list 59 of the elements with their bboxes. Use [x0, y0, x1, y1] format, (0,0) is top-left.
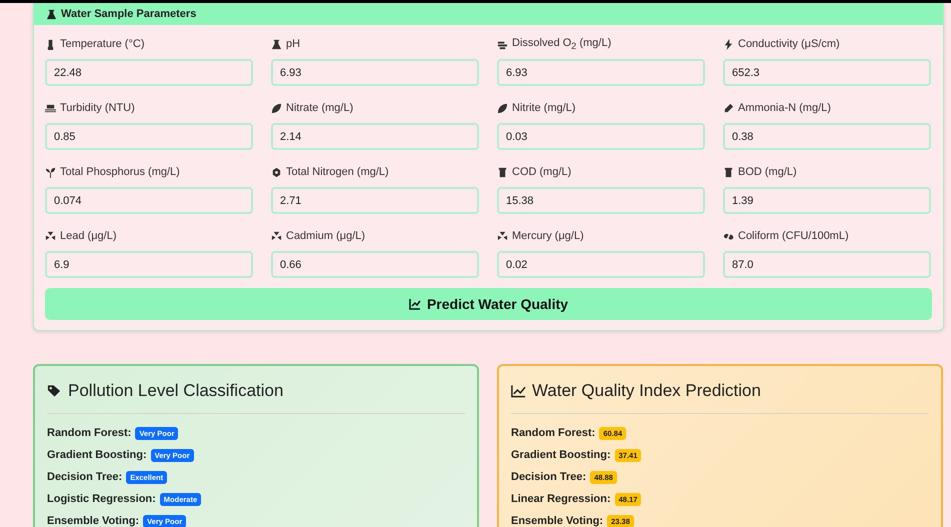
- model-name: Linear Regression:: [511, 493, 611, 505]
- input-field[interactable]: 652.3: [723, 59, 931, 86]
- field-label: Nitrate (mg/L): [286, 102, 354, 114]
- model-name: Ensemble Voting:: [511, 515, 604, 527]
- predict-button[interactable]: Predict Water Quality: [45, 288, 932, 320]
- model-name: Random Forest:: [47, 427, 132, 439]
- field-label: Conductivity (μS/cm): [738, 38, 840, 50]
- field-label: COD (mg/L): [512, 166, 572, 178]
- field-label: Turbidity (NTU): [60, 102, 135, 114]
- input-field[interactable]: 0.38: [723, 123, 931, 150]
- bin-icon: [497, 166, 508, 178]
- line-chart-icon: [408, 298, 421, 310]
- input-field[interactable]: 2.14: [271, 123, 479, 150]
- leaf-icon: [497, 102, 508, 114]
- field-label: Cadmium (μg/L): [286, 230, 366, 242]
- input-field[interactable]: 0.66: [271, 251, 479, 278]
- input-field[interactable]: 0.85: [45, 123, 253, 150]
- seedling-icon: [45, 166, 56, 178]
- eyedropper-icon: [723, 102, 734, 114]
- model-name: Random Forest:: [511, 427, 596, 439]
- input-field[interactable]: 6.93: [497, 59, 705, 86]
- input-field[interactable]: 0.03: [497, 123, 705, 150]
- input-field[interactable]: 6.93: [271, 59, 479, 86]
- flask-icon: [46, 8, 57, 20]
- model-name: Gradient Boosting:: [47, 449, 147, 461]
- bin-icon: [723, 166, 734, 178]
- field-label: Dissolved O$_{2}$ (mg/L): [512, 36, 612, 52]
- model-name: Decision Tree:: [47, 471, 122, 483]
- model-name: Logistic Regression:: [47, 493, 156, 505]
- field-label: Total Nitrogen (mg/L): [286, 166, 389, 178]
- input-field[interactable]: 2.71: [271, 187, 479, 214]
- field-label: Coliform (CFU/100mL): [738, 230, 849, 242]
- input-field[interactable]: 0.02: [497, 251, 705, 278]
- card-title: Pollution Level Classification: [68, 381, 284, 401]
- model-name: Decision Tree:: [511, 471, 586, 483]
- field-label: Total Phosphorus (mg/L): [60, 166, 180, 178]
- leaf-icon: [271, 102, 282, 114]
- field-label: Nitrite (mg/L): [512, 102, 576, 114]
- input-field[interactable]: 15.38: [497, 187, 705, 214]
- input-field[interactable]: 1.39: [723, 187, 931, 214]
- model-name: Ensemble Voting:: [47, 515, 140, 527]
- bolt-icon: [723, 38, 734, 50]
- field-label: BOD (mg/L): [738, 166, 797, 178]
- card-title: Water Sample Parameters: [61, 8, 196, 20]
- input-field[interactable]: 0.074: [45, 187, 253, 214]
- input-field[interactable]: 22.48: [45, 59, 253, 86]
- field-label: pH: [286, 38, 300, 50]
- flask-icon: [271, 38, 282, 50]
- input-field[interactable]: 87.0: [723, 251, 931, 278]
- field-label: Temperature (°C): [60, 38, 144, 50]
- thermometer-icon: [45, 38, 56, 50]
- model-name: Gradient Boosting:: [511, 449, 611, 461]
- field-label: Mercury (μg/L): [512, 230, 584, 242]
- input-field[interactable]: 6.9: [45, 251, 253, 278]
- field-label: Ammonia-N (mg/L): [738, 102, 831, 114]
- card-title: Water Quality Index Prediction: [532, 381, 761, 401]
- line-chart-icon: [511, 384, 526, 398]
- tags-icon: [47, 384, 62, 398]
- field-label: Lead (μg/L): [60, 230, 116, 242]
